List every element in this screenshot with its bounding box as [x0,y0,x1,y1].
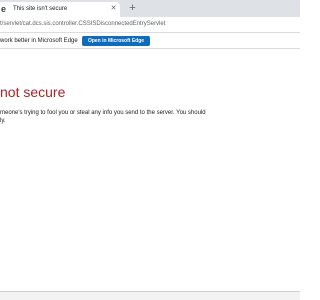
tab-strip: e This site isn't secure ✕ + [0,0,300,17]
error-description: meone's trying to fool you or steal any … [0,109,220,131]
address-bar[interactable]: t/servlet/cat.dcs.sis.controller.CSSISDi… [0,17,300,32]
url-text[interactable]: t/servlet/cat.dcs.sis.controller.CSSISDi… [0,19,300,30]
browser-tab[interactable]: e This site isn't secure ✕ [0,2,120,17]
info-bar-message: work better in Microsoft Edge. [0,38,78,44]
info-bar: work better in Microsoft Edge. Open in M… [0,33,300,49]
edge-icon: e [1,4,7,14]
error-title: not secure [0,84,66,100]
new-tab-button[interactable]: + [127,2,138,14]
bottom-edge [0,292,300,300]
error-description-line: meone's trying to fool you or steal any … [0,110,206,116]
error-description-line: ly. [0,118,6,124]
open-in-edge-button[interactable]: Open in Microsoft Edge [82,36,150,46]
close-tab-icon[interactable]: ✕ [109,4,118,14]
browser-window: e This site isn't secure ✕ + t/servlet/c… [0,0,300,300]
tab-title: This site isn't secure [13,6,68,12]
